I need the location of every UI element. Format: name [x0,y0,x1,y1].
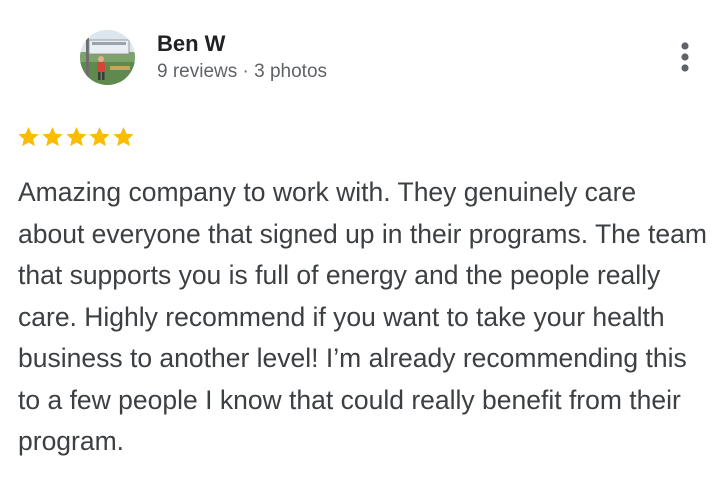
reviewer-stats: 9 reviews · 3 photos [157,61,328,82]
profile-photo-icon[interactable] [80,30,135,85]
reviewer-name[interactable]: Ben W [157,31,225,57]
star-icon [41,125,64,149]
star-icon [65,125,88,149]
more-vert-icon [681,42,689,72]
more-options-button[interactable] [668,36,702,78]
star-rating [17,125,136,151]
star-icon [112,125,135,149]
star-icon [17,125,40,149]
review-text: Amazing company to work with. They genui… [18,177,707,456]
star-icon [88,125,111,149]
review-card: Ben W 9 reviews · 3 photos Amazing compa… [0,0,712,480]
